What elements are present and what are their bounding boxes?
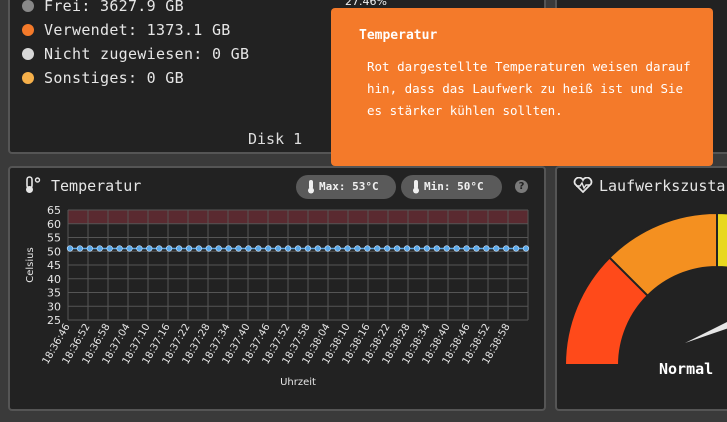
x-axis-label: Uhrzeit	[280, 377, 316, 388]
health-gauge	[563, 211, 727, 366]
data-point	[265, 245, 272, 252]
data-point	[175, 245, 183, 252]
data-point	[245, 245, 252, 252]
data-point	[136, 245, 143, 252]
data-point	[166, 245, 173, 252]
data-point	[255, 245, 262, 252]
data-point	[275, 245, 282, 252]
data-point	[493, 245, 500, 252]
tooltip-body: Rot dargestellte Temperaturen weisen dar…	[367, 59, 691, 118]
data-point	[156, 245, 163, 252]
data-point	[96, 245, 103, 252]
data-point	[225, 245, 232, 252]
data-point	[205, 245, 212, 252]
y-tick-label: 45	[47, 259, 61, 272]
data-point	[413, 245, 421, 252]
data-point	[443, 245, 450, 252]
data-point	[76, 245, 84, 252]
data-point	[503, 245, 510, 252]
y-tick-label: 60	[47, 218, 61, 231]
data-point	[215, 245, 222, 252]
data-point	[195, 245, 202, 252]
data-point	[423, 245, 430, 252]
y-tick-label: 40	[47, 273, 61, 286]
data-point	[334, 245, 341, 252]
gauge-needle	[685, 322, 727, 343]
data-point	[314, 245, 321, 252]
data-point	[512, 245, 520, 252]
health-status-label: Normal	[659, 360, 714, 378]
data-point	[453, 245, 460, 252]
y-tick-label: 30	[47, 300, 61, 313]
data-point	[483, 245, 490, 252]
data-point	[394, 245, 401, 252]
drive-health-title: Laufwerkszusta	[599, 177, 726, 195]
data-point	[463, 245, 470, 252]
data-point	[126, 245, 133, 252]
data-point	[384, 245, 391, 252]
y-tick-label: 25	[47, 314, 61, 327]
data-point	[284, 245, 292, 252]
data-point	[433, 245, 440, 252]
data-point	[344, 245, 351, 252]
danger-zone	[68, 210, 528, 224]
y-axis-label: Celsius	[25, 247, 36, 282]
data-point	[146, 245, 153, 252]
y-tick-label: 65	[47, 204, 61, 217]
data-point	[235, 245, 242, 252]
temperature-tooltip: Temperatur Rot dargestellte Temperaturen…	[331, 8, 713, 166]
data-point	[374, 245, 381, 252]
data-point	[304, 245, 312, 252]
data-point	[66, 245, 74, 252]
data-point	[522, 245, 530, 252]
data-point	[324, 245, 331, 252]
data-point	[106, 245, 113, 252]
data-point	[294, 245, 302, 252]
data-point	[185, 245, 193, 252]
tooltip-title: Temperatur	[359, 28, 438, 43]
y-tick-label: 55	[47, 232, 61, 245]
gauge-segment	[716, 211, 727, 269]
data-point	[116, 245, 123, 252]
data-point	[473, 245, 480, 252]
data-point	[364, 245, 371, 252]
y-tick-label: 50	[47, 245, 61, 258]
heartbeat-icon	[573, 177, 593, 193]
data-point	[86, 245, 93, 252]
data-point	[354, 245, 361, 252]
y-tick-label: 35	[47, 287, 61, 300]
data-point	[403, 245, 411, 252]
